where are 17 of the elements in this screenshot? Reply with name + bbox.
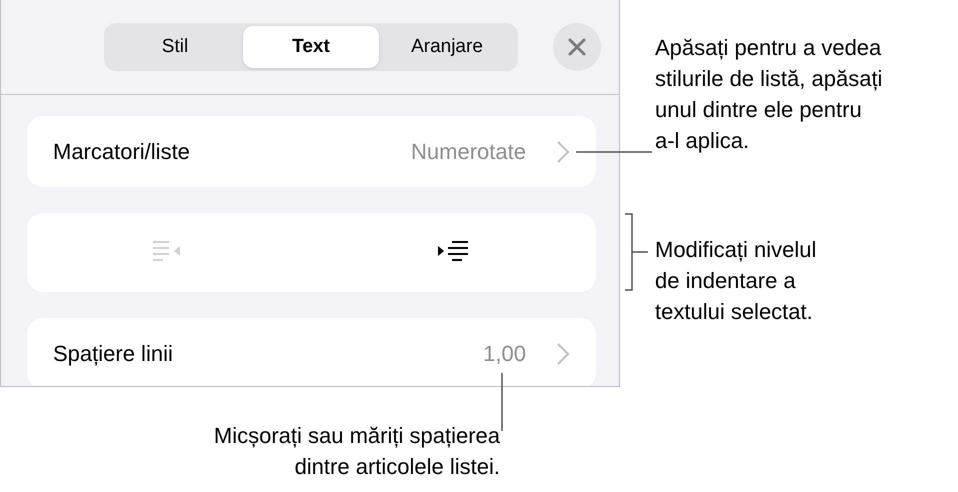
- callout-text: Modificați nivelul de indentare a textului selectat.: [655, 236, 816, 326]
- chevron-icon: [556, 342, 570, 366]
- settings-row[interactable]: Marcatori/liste Numerotate: [27, 116, 596, 187]
- callout-text: Apăsați pentru a vedea stilurile de listă, apăsați unul dintre ele pentru a-l aplica.: [655, 34, 882, 155]
- chevron-icon: [556, 140, 570, 164]
- tab[interactable]: Text: [243, 26, 379, 68]
- row-value: Numerotate: [411, 138, 526, 164]
- row-label: Spațiere linii: [53, 340, 174, 366]
- row-label: Marcatori/liste: [53, 138, 191, 164]
- row-value: 1,00: [483, 340, 526, 366]
- close-icon: [567, 37, 587, 57]
- tab[interactable]: Aranjare: [379, 26, 515, 68]
- tab[interactable]: Stil: [107, 26, 243, 68]
- settings-row[interactable]: Spațiere linii 1,00: [27, 318, 596, 386]
- callout-text: Micșorați sau măriți spațierea dintre articolele listei.: [214, 422, 500, 481]
- close-button[interactable]: [553, 23, 601, 71]
- leader-line: [500, 373, 504, 431]
